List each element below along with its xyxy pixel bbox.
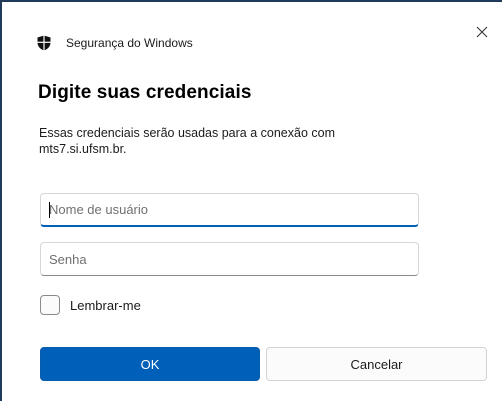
description-line-2: mts7.si.ufsm.br. bbox=[39, 142, 127, 156]
app-title: Segurança do Windows bbox=[66, 36, 193, 50]
remember-me-checkbox[interactable]: Lembrar-me bbox=[40, 295, 141, 315]
close-button[interactable] bbox=[472, 24, 492, 44]
dialog-heading: Digite suas credenciais bbox=[38, 82, 252, 103]
shield-icon bbox=[36, 35, 52, 51]
page: Segurança do Windows Digite suas credenc… bbox=[0, 0, 502, 401]
remember-me-label: Lembrar-me bbox=[70, 297, 141, 313]
close-icon bbox=[476, 25, 488, 43]
text-caret bbox=[49, 202, 50, 218]
username-input[interactable] bbox=[40, 193, 419, 227]
checkbox-box[interactable] bbox=[40, 295, 60, 315]
cancel-button[interactable]: Cancelar bbox=[266, 347, 487, 381]
dialog-description: Essas credenciais serão usadas para a co… bbox=[39, 125, 439, 157]
ok-button[interactable]: OK bbox=[40, 347, 260, 381]
title-bar: Segurança do Windows bbox=[36, 34, 193, 52]
credential-dialog: Segurança do Windows Digite suas credenc… bbox=[2, 2, 502, 401]
description-line-1: Essas credenciais serão usadas para a co… bbox=[39, 126, 335, 140]
password-input[interactable] bbox=[40, 242, 419, 276]
